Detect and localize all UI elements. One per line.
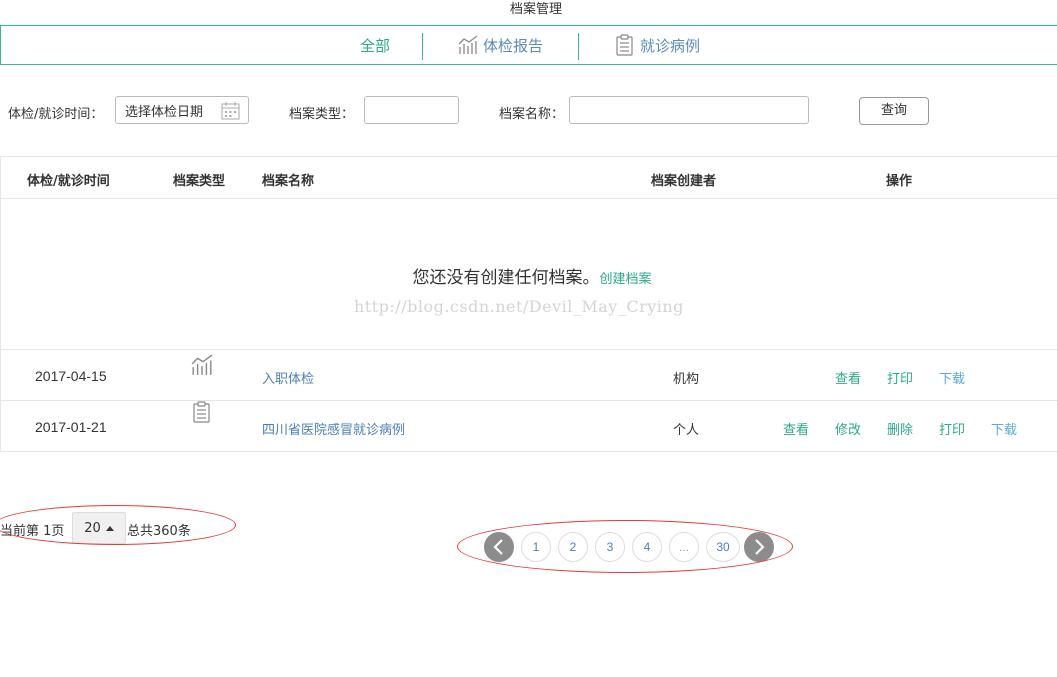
tab-divider [422, 33, 423, 60]
page-button-2[interactable]: 2 [558, 532, 588, 562]
tab-divider [578, 33, 579, 60]
column-header-creator: 档案创建者 [651, 174, 717, 189]
table-header: 体检/就诊时间 档案类型 档案名称 档案创建者 操作 [1, 157, 1057, 199]
edit-button[interactable]: 修改 [835, 419, 861, 438]
page-size-value: 20 [84, 520, 101, 536]
print-button[interactable]: 打印 [887, 368, 913, 387]
tabs-bar: 全部 体检报告 就诊病例 [0, 25, 1057, 65]
chart-icon [191, 354, 213, 375]
column-header-actions: 操作 [886, 174, 913, 189]
watermark: http://blog.csdn.net/Devil_May_Crying [354, 297, 684, 316]
page-size-select[interactable]: 20 [72, 512, 126, 544]
date-placeholder: 选择体检日期 [125, 104, 204, 120]
type-filter-label: 档案类型： [289, 107, 355, 122]
empty-state: 您还没有创建任何档案。创建档案 [1, 199, 1057, 350]
tab-physical-report[interactable]: 体检报告 [458, 26, 543, 64]
archive-type-input[interactable] [364, 96, 459, 124]
tab-label: 全部 [360, 36, 391, 55]
row-date: 2017-01-21 [35, 419, 107, 435]
page-button-3[interactable]: 3 [595, 532, 625, 562]
total-count-text: 总共360条 [127, 524, 191, 539]
calendar-icon[interactable] [221, 101, 240, 120]
next-page-button[interactable] [744, 532, 774, 562]
delete-button[interactable]: 删除 [887, 419, 913, 438]
column-header-type: 档案类型 [173, 174, 226, 189]
print-button[interactable]: 打印 [939, 419, 965, 438]
name-filter-label: 档案名称： [499, 107, 565, 122]
clipboard-icon [616, 34, 633, 56]
chevron-left-icon [493, 539, 503, 555]
view-button[interactable]: 查看 [783, 419, 809, 438]
query-button[interactable]: 查询 [859, 97, 929, 125]
tab-label: 体检报告 [483, 36, 544, 55]
row-date: 2017-04-15 [35, 368, 107, 384]
tab-medical-records[interactable]: 就诊病例 [615, 26, 700, 64]
current-page-text: 当前第 1页 [0, 524, 65, 539]
view-button[interactable]: 查看 [835, 368, 861, 387]
page-button-1[interactable]: 1 [521, 532, 551, 562]
page-button-30[interactable]: 30 [706, 532, 740, 562]
page-button-4[interactable]: 4 [632, 532, 662, 562]
column-header-name: 档案名称 [262, 174, 315, 189]
row-creator: 个人 [673, 423, 700, 438]
caret-up-icon [105, 525, 114, 531]
archive-table: 体检/就诊时间 档案类型 档案名称 档案创建者 操作 您还没有创建任何档案。创建… [0, 156, 1057, 452]
row-creator: 机构 [673, 372, 700, 387]
filter-row: 体检/就诊时间： 选择体检日期 档案类型： 档案名称： 查询 [0, 96, 1057, 126]
tab-all[interactable]: 全部 [360, 26, 390, 64]
page-title: 档案管理 [509, 2, 562, 17]
empty-message: 您还没有创建任何档案。 [412, 268, 600, 288]
prev-page-button[interactable] [484, 532, 514, 562]
clipboard-icon [193, 401, 210, 423]
date-picker-input[interactable]: 选择体检日期 [115, 96, 249, 124]
table-row: 2017-04-15 入职体检 机构 查看 打印 下载 [1, 350, 1057, 401]
create-archive-link[interactable]: 创建档案 [599, 272, 651, 287]
archive-name-input[interactable] [569, 96, 809, 124]
row-name-link[interactable]: 四川省医院感冒就诊病例 [262, 419, 405, 438]
tab-label: 就诊病例 [640, 36, 701, 55]
table-row: 2017-01-21 四川省医院感冒就诊病例 个人 查看 修改 删除 打印 下载 [1, 401, 1057, 452]
page-ellipsis: ... [669, 532, 699, 562]
row-name-link[interactable]: 入职体检 [262, 368, 314, 387]
time-filter-label: 体检/就诊时间： [8, 107, 104, 122]
download-button[interactable]: 下载 [991, 419, 1017, 438]
chart-icon [458, 35, 478, 54]
download-button[interactable]: 下载 [939, 368, 965, 387]
chevron-right-icon [755, 539, 765, 555]
column-header-time: 体检/就诊时间 [27, 174, 110, 189]
